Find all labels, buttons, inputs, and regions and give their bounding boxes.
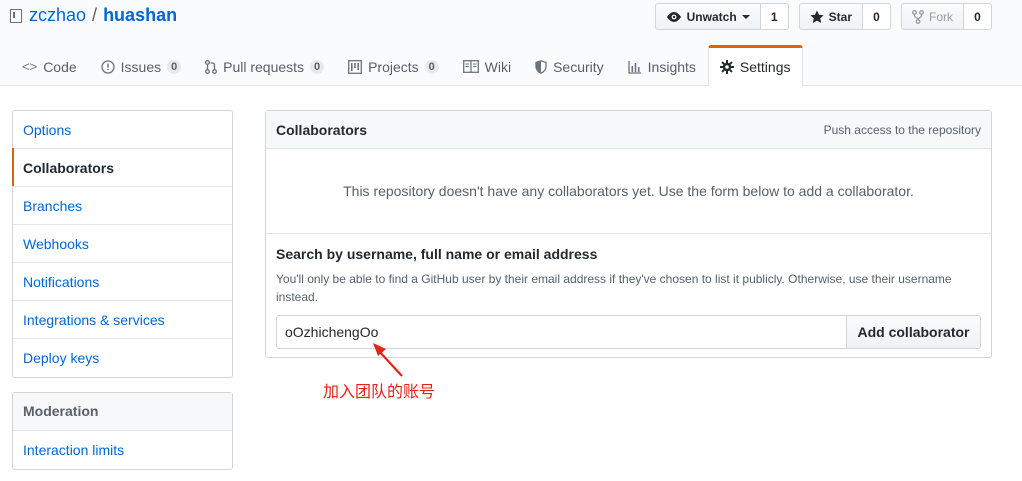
unwatch-label: Unwatch <box>686 9 737 24</box>
sidebar-item-deploy-keys[interactable]: Deploy keys <box>13 339 232 377</box>
sidebar-item-integrations[interactable]: Integrations & services <box>13 301 232 339</box>
repo-path-separator: / <box>92 5 98 25</box>
pull-request-icon <box>205 59 218 74</box>
watchers-count[interactable]: 1 <box>760 3 789 30</box>
unwatch-button[interactable]: Unwatch <box>654 3 761 30</box>
star-label: Star <box>828 9 852 24</box>
shield-icon <box>535 59 547 74</box>
repo-name-link[interactable]: huashan <box>103 5 177 26</box>
fork-icon <box>912 9 924 24</box>
tab-settings[interactable]: Settings <box>707 45 803 87</box>
repo-actions: Unwatch 1 Star 0 Fork 0 <box>654 3 992 30</box>
repo-icon <box>10 8 22 23</box>
tab-issues-label: Issues <box>120 58 162 75</box>
stars-count[interactable]: 0 <box>863 3 891 30</box>
tab-issues[interactable]: Issues 0 <box>89 45 193 86</box>
add-collaborator-form: Search by username, full name or email a… <box>266 234 991 349</box>
chevron-down-icon <box>741 14 750 19</box>
collaborators-title: Collaborators <box>276 121 368 138</box>
sidebar-item-webhooks[interactable]: Webhooks <box>13 225 232 263</box>
project-icon <box>348 59 363 74</box>
star-icon <box>810 10 824 23</box>
sidebar-item-notifications[interactable]: Notifications <box>13 263 232 301</box>
issues-count-badge: 0 <box>167 59 182 74</box>
tab-code[interactable]: <> Code <box>10 45 89 86</box>
sidebar-item-interaction-limits[interactable]: Interaction limits <box>13 431 232 469</box>
sidebar-item-branches[interactable]: Branches <box>13 187 232 225</box>
watch-group: Unwatch 1 <box>654 3 789 30</box>
fork-label: Fork <box>929 9 953 24</box>
add-collaborator-button[interactable]: Add collaborator <box>847 315 981 349</box>
tab-insights-label: Insights <box>647 58 696 75</box>
search-label: Search by username, full name or email a… <box>276 246 598 262</box>
tab-code-label: Code <box>43 58 77 75</box>
repo-header: zczhao / huashan Unwatch 1 Star 0 Fork 0 <box>0 0 1022 87</box>
tab-settings-label: Settings <box>739 59 791 75</box>
tab-pull-requests[interactable]: Pull requests 0 <box>193 45 336 86</box>
moderation-sidebar: Moderation Interaction limits <box>12 392 233 470</box>
tab-insights[interactable]: Insights <box>616 45 708 86</box>
repo-nav-tabs: <> Code Issues 0 Pull requests 0 Project… <box>10 45 803 87</box>
tab-projects[interactable]: Projects 0 <box>336 45 451 86</box>
tab-wiki-label: Wiki <box>484 58 512 75</box>
moderation-heading: Moderation <box>13 393 232 431</box>
collaborators-header: Collaborators Push access to the reposit… <box>266 111 991 149</box>
tab-projects-label: Projects <box>368 58 419 75</box>
tab-security[interactable]: Security <box>523 45 616 86</box>
issue-icon <box>101 59 115 74</box>
annotation-note: 加入团队的账号 <box>323 382 436 401</box>
tab-wiki[interactable]: Wiki <box>451 45 523 86</box>
book-icon <box>462 60 479 73</box>
star-button[interactable]: Star <box>798 3 863 30</box>
code-icon: <> <box>22 59 38 74</box>
empty-collaborators-message: This repository doesn't have any collabo… <box>266 149 991 234</box>
collaborators-panel: Collaborators Push access to the reposit… <box>265 110 992 358</box>
repo-owner-link[interactable]: zczhao <box>29 5 86 26</box>
forks-count[interactable]: 0 <box>964 3 992 30</box>
gear-icon <box>719 60 734 74</box>
graph-icon <box>628 60 641 74</box>
projects-count-badge: 0 <box>424 59 439 74</box>
fork-group: Fork 0 <box>901 3 992 30</box>
sidebar-item-collaborators[interactable]: Collaborators <box>12 148 232 187</box>
repo-title: zczhao / huashan <box>10 5 177 26</box>
star-group: Star 0 <box>798 3 891 30</box>
tab-security-label: Security <box>553 58 604 75</box>
fork-button[interactable]: Fork <box>901 3 964 30</box>
eye-icon <box>666 11 681 22</box>
push-access-note: Push access to the repository <box>823 122 981 137</box>
pull-requests-count-badge: 0 <box>310 59 325 74</box>
search-note: You'll only be able to find a GitHub use… <box>276 272 952 304</box>
settings-sidebar: Options Collaborators Branches Webhooks … <box>12 110 233 378</box>
tab-pull-requests-label: Pull requests <box>223 58 305 75</box>
sidebar-item-options[interactable]: Options <box>13 111 232 149</box>
